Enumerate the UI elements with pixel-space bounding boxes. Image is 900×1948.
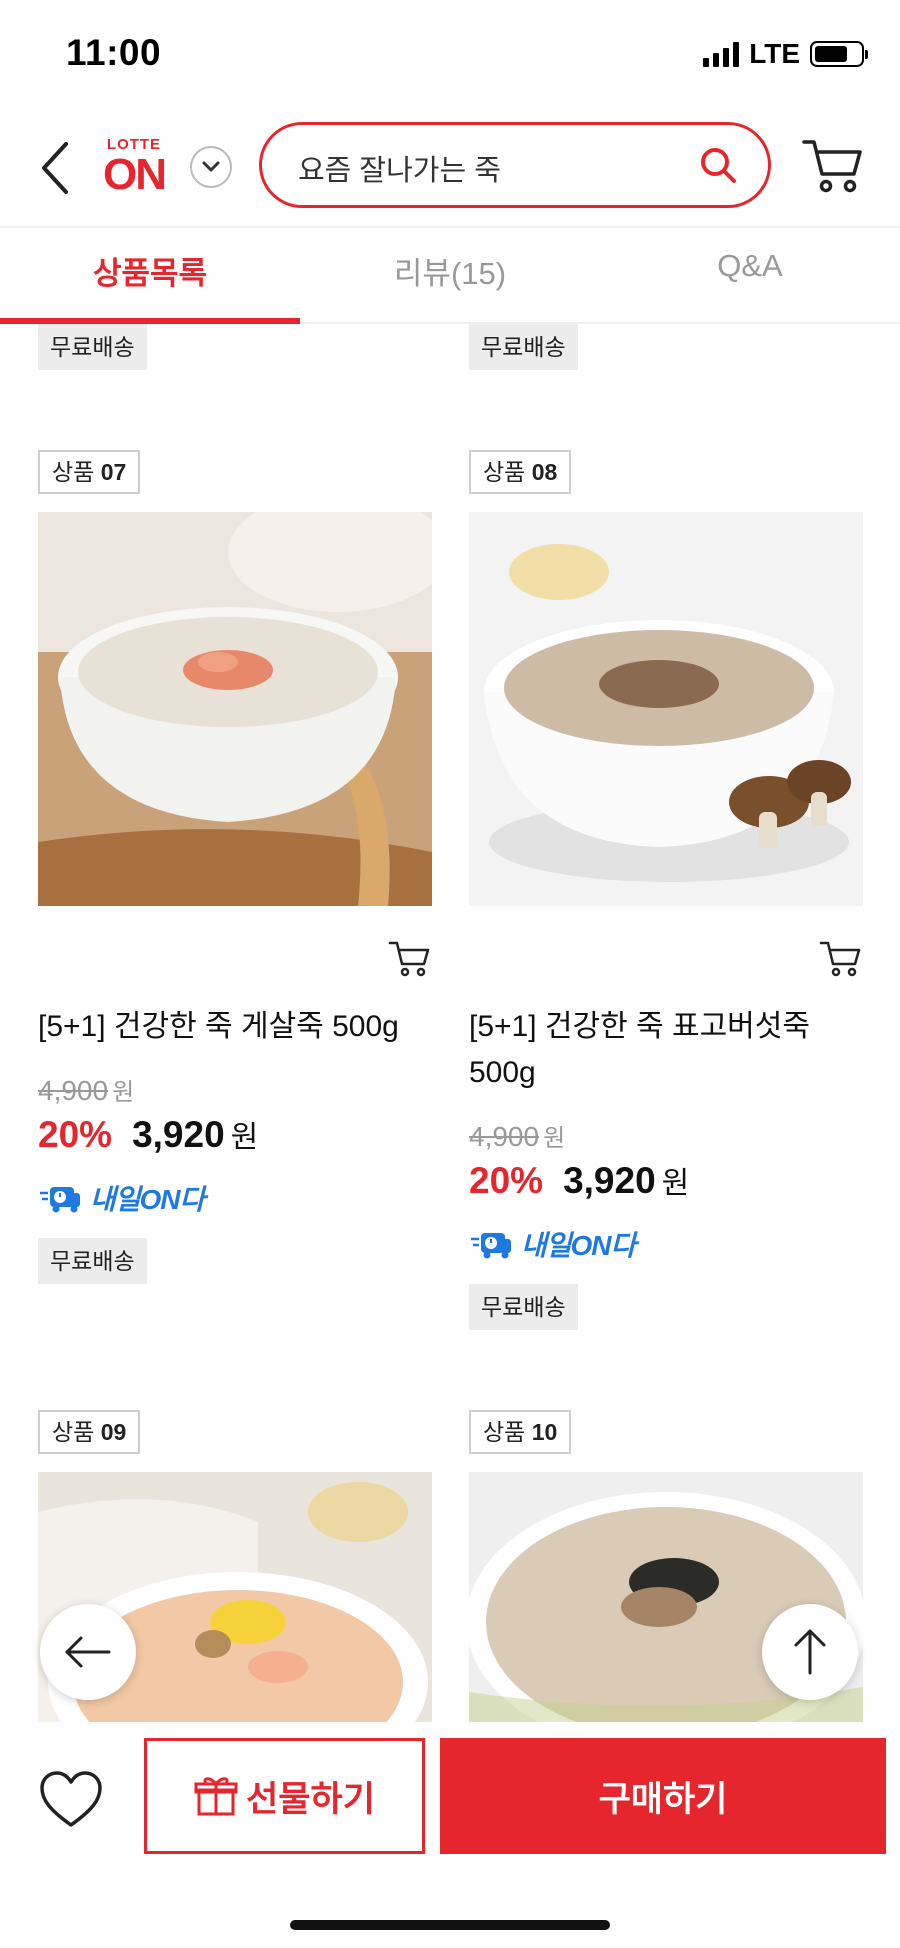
- free-shipping-badge: 무료배송: [469, 324, 578, 370]
- tomorrow-delivery-badge: 내일ON다: [38, 1178, 205, 1218]
- free-shipping-badge: 무료배송: [38, 1238, 147, 1284]
- tab-qna[interactable]: Q&A: [600, 248, 900, 284]
- tab-bar: 상품목록 리뷰(15) Q&A: [0, 228, 900, 324]
- battery-icon: [810, 41, 868, 67]
- add-to-cart-icon[interactable]: [388, 938, 430, 978]
- original-price: 4,900 원: [469, 1121, 566, 1152]
- gift-icon: [194, 1777, 238, 1816]
- heart-icon[interactable]: [38, 1770, 104, 1830]
- tab-products[interactable]: 상품목록: [0, 248, 300, 293]
- status-time: 11:00: [66, 32, 162, 73]
- tomorrow-delivery-badge: 내일ON다: [469, 1224, 636, 1264]
- product-number-badge: 상품 08: [469, 450, 572, 494]
- home-indicator: [290, 1920, 610, 1930]
- delivery-truck-icon: [471, 1233, 511, 1259]
- discount-rate: 20%: [38, 1114, 113, 1155]
- product-title[interactable]: [5+1] 건강한 죽 표고버섯죽 500g: [469, 1004, 849, 1096]
- signal-icon: [703, 41, 740, 67]
- bottom-action-bar: 선물하기 구매하기: [0, 1722, 900, 1948]
- arrow-up-icon: [794, 1629, 826, 1675]
- product-number-badge: 상품 07: [38, 450, 141, 494]
- app-header: LOTTE ON 요즘 잘나가는 죽: [0, 110, 900, 228]
- sale-price: 20% 3,920 원: [469, 1160, 690, 1201]
- search-query: 요즘 잘나가는 죽: [298, 155, 501, 187]
- tab-reviews[interactable]: 리뷰(15): [300, 248, 600, 293]
- delivery-truck-icon: [40, 1187, 80, 1213]
- product-title[interactable]: [5+1] 건강한 죽 게살죽 500g: [38, 1004, 438, 1050]
- buy-button[interactable]: 구매하기: [440, 1738, 886, 1854]
- prev-page-button[interactable]: [40, 1604, 136, 1700]
- search-icon[interactable]: [698, 145, 738, 185]
- original-price: 4,900 원: [38, 1075, 135, 1106]
- free-shipping-badge: 무료배송: [469, 1284, 578, 1330]
- status-bar: 11:00 LTE: [0, 0, 900, 110]
- back-arrow-icon[interactable]: [36, 140, 76, 196]
- lotte-on-logo[interactable]: LOTTE ON: [96, 136, 172, 206]
- price-value: 3,920: [132, 1114, 225, 1155]
- arrow-left-icon: [65, 1636, 111, 1668]
- network-label: LTE: [749, 38, 800, 69]
- product-number-badge: 상품 09: [38, 1410, 141, 1454]
- add-to-cart-icon[interactable]: [819, 938, 861, 978]
- sale-price: 20% 3,920 원: [38, 1114, 259, 1155]
- cart-icon[interactable]: [802, 136, 864, 194]
- free-shipping-badge: 무료배송: [38, 324, 147, 370]
- status-indicators: LTE: [703, 38, 868, 70]
- gift-button[interactable]: 선물하기: [144, 1738, 425, 1854]
- product-number-badge: 상품 10: [469, 1410, 572, 1454]
- discount-rate: 20%: [469, 1160, 544, 1201]
- product-image[interactable]: [469, 512, 863, 906]
- chevron-down-icon[interactable]: [190, 146, 232, 188]
- search-input[interactable]: 요즘 잘나가는 죽: [259, 122, 771, 208]
- price-value: 3,920: [563, 1160, 656, 1201]
- scroll-top-button[interactable]: [762, 1604, 858, 1700]
- product-image[interactable]: [38, 512, 432, 906]
